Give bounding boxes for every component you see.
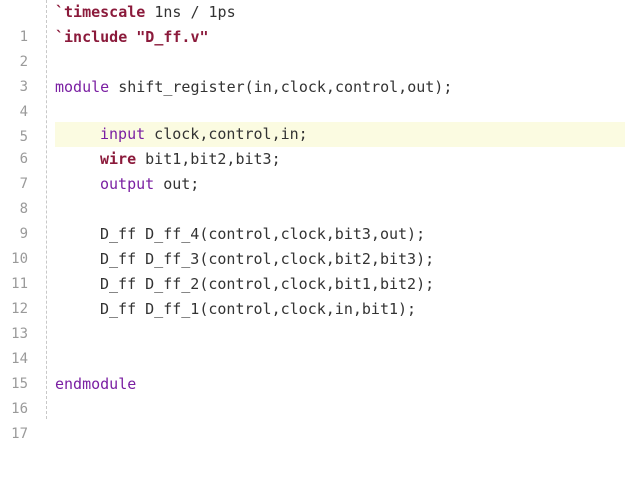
code-line[interactable]: 11 D_ff D_ff_3(control,clock,bit2,bit3);: [0, 247, 625, 292]
code-line-active[interactable]: 6 input clock,control,in;: [0, 122, 625, 167]
code-token: D_ff D_ff_4(control,clock,bit3,out);: [100, 225, 426, 243]
code-line[interactable]: 10 D_ff D_ff_4(control,clock,bit3,out);: [0, 222, 625, 267]
directive-token: `include: [55, 28, 128, 46]
code-token: D_ff D_ff_1(control,clock,in,bit1);: [100, 300, 417, 318]
code-text[interactable]: [55, 50, 625, 75]
code-text[interactable]: `timescale 1ns / 1ps: [55, 0, 625, 25]
keyword-token: module: [55, 78, 110, 96]
code-text[interactable]: module shift_register(in,clock,control,o…: [55, 75, 625, 100]
code-text[interactable]: `include "D_ff.v": [55, 25, 625, 50]
code-line[interactable]: 7 wire bit1,bit2,bit3;: [0, 147, 625, 192]
code-editor[interactable]: 1 `timescale 1ns / 1ps 2 `include "D_ff.…: [0, 0, 625, 442]
keyword-token: endmodule: [55, 375, 137, 393]
code-line[interactable]: 3: [0, 50, 625, 95]
code-text[interactable]: D_ff D_ff_2(control,clock,bit1,bit2);: [55, 272, 625, 297]
code-text[interactable]: D_ff D_ff_3(control,clock,bit2,bit3);: [55, 247, 625, 272]
string-token: "D_ff.v": [136, 28, 209, 46]
line-number: 17: [11, 426, 28, 442]
code-line[interactable]: 4 module shift_register(in,clock,control…: [0, 75, 625, 120]
code-line[interactable]: 12 D_ff D_ff_2(control,clock,bit1,bit2);: [0, 272, 625, 317]
code-text[interactable]: D_ff D_ff_1(control,clock,in,bit1);: [55, 297, 625, 322]
code-line[interactable]: 14: [0, 322, 625, 367]
code-line[interactable]: 9: [0, 197, 625, 242]
code-text[interactable]: [55, 197, 625, 222]
keyword-token: wire: [100, 150, 137, 168]
code-line[interactable]: 2 `include "D_ff.v": [0, 25, 625, 70]
code-line[interactable]: 8 output out;: [0, 172, 625, 217]
code-line[interactable]: 1 `timescale 1ns / 1ps: [0, 0, 625, 45]
code-text[interactable]: endmodule: [55, 372, 625, 397]
code-token: D_ff D_ff_2(control,clock,bit1,bit2);: [100, 275, 435, 293]
code-text[interactable]: input clock,control,in;: [55, 122, 625, 147]
keyword-token: output: [100, 175, 155, 193]
code-line[interactable]: 15: [0, 347, 625, 392]
code-line[interactable]: 13 D_ff D_ff_1(control,clock,in,bit1);: [0, 297, 625, 342]
keyword-token: input: [100, 125, 146, 143]
code-text[interactable]: [55, 397, 625, 422]
code-token: shift_register(in,clock,control,out);: [109, 78, 453, 96]
code-token: bit1,bit2,bit3;: [136, 150, 281, 168]
code-token: 1ns / 1ps: [145, 3, 236, 21]
code-token: out;: [154, 175, 200, 193]
code-token: D_ff D_ff_3(control,clock,bit2,bit3);: [100, 250, 435, 268]
code-text[interactable]: wire bit1,bit2,bit3;: [55, 147, 625, 172]
code-line[interactable]: 17: [0, 397, 625, 442]
code-text[interactable]: D_ff D_ff_4(control,clock,bit3,out);: [55, 222, 625, 247]
code-line[interactable]: 16 endmodule: [0, 372, 625, 417]
code-text[interactable]: output out;: [55, 172, 625, 197]
directive-token: `timescale: [55, 3, 146, 21]
code-token: clock,control,in;: [145, 125, 308, 143]
code-text[interactable]: [55, 322, 625, 347]
code-text[interactable]: [55, 347, 625, 372]
